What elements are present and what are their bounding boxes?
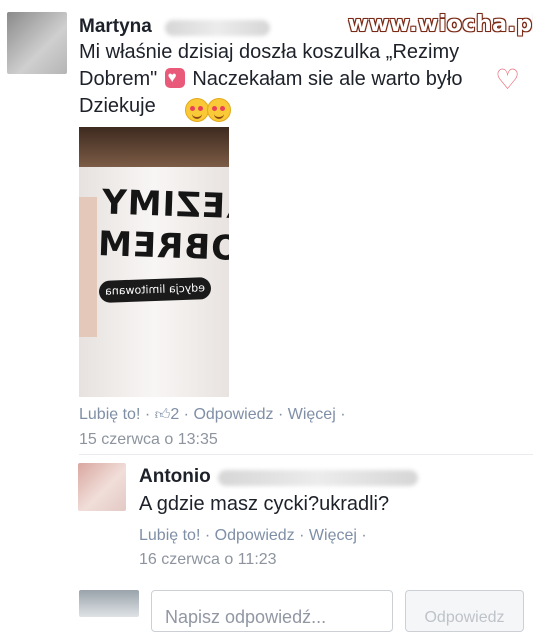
comment-author[interactable]: Martyna [79, 16, 152, 38]
avatar[interactable] [7, 12, 67, 74]
heart-eyes-emoji-icon [185, 98, 209, 122]
separator: · [340, 406, 346, 423]
divider [79, 454, 533, 455]
like-link[interactable]: Lubię to! [79, 406, 140, 423]
watermark-logo: www.wiocha.pl [348, 12, 533, 37]
comment-timestamp[interactable]: 16 czerwca o 11:23 [139, 551, 277, 569]
reply-submit-button[interactable]: Odpowiedz [405, 590, 524, 632]
arm-left [79, 197, 97, 337]
more-link[interactable]: Więcej [288, 406, 336, 423]
comment-text-line-3: Dziekuje [79, 95, 156, 117]
separator: · [277, 406, 284, 423]
comment-timestamp[interactable]: 15 czerwca o 13:35 [79, 431, 218, 449]
separator: · [144, 406, 151, 423]
comment-actions: Lubię to! · Odpowiedz · Więcej · [139, 527, 367, 545]
reply-link[interactable]: Odpowiedz [215, 527, 295, 544]
current-user-avatar[interactable] [79, 590, 139, 617]
like-count[interactable]: 2 [170, 406, 179, 423]
heart-emoji-icon [164, 68, 185, 88]
comment-actions: Lubię to! · 👍︎2 · Odpowiedz · Więcej · [79, 406, 346, 424]
comment-text-line-1: Mi właśnie dzisiaj doszła koszulka „Rezi… [79, 41, 460, 63]
avatar[interactable] [78, 463, 126, 511]
shirt-print-banner: edycja limitowana [98, 277, 212, 303]
reply-submit-label: Odpowiedz [424, 609, 505, 626]
attached-photo[interactable]: REZIMY DOBREM edycja limitowana [79, 127, 229, 397]
reply-input[interactable]: Napisz odpowiedź... [151, 590, 393, 632]
like-link[interactable]: Lubię to! [139, 527, 200, 544]
thumbs-up-icon: 👍︎ [154, 406, 171, 423]
shirt-print-line-1: REZIMY [100, 182, 229, 228]
author-surname-blurred [165, 20, 270, 36]
separator: · [361, 527, 367, 544]
kiss-emoji-icon [207, 98, 231, 122]
reply-input-placeholder: Napisz odpowiedź... [165, 607, 327, 627]
comment-text: A gdzie masz cycki?ukradli? [139, 493, 390, 515]
shirt-print-line-3: edycja limitowana [104, 281, 206, 298]
reply-link[interactable]: Odpowiedz [193, 406, 273, 423]
separator: · [204, 527, 211, 544]
separator: · [183, 406, 189, 423]
comment-author[interactable]: Antonio [139, 466, 211, 488]
comment-text-line-2: Dobrem" Naczekałam sie ale warto było [79, 66, 462, 93]
author-surname-blurred [218, 470, 418, 486]
shirt-print-line-2: DOBREM [96, 224, 229, 270]
comment-text-fragment: Dobrem" [79, 68, 158, 90]
more-link[interactable]: Więcej [309, 527, 357, 544]
comment-text-fragment: Naczekałam sie ale warto było [192, 68, 463, 90]
heart-outline-icon: ♡ [495, 64, 521, 95]
separator: · [299, 527, 305, 544]
